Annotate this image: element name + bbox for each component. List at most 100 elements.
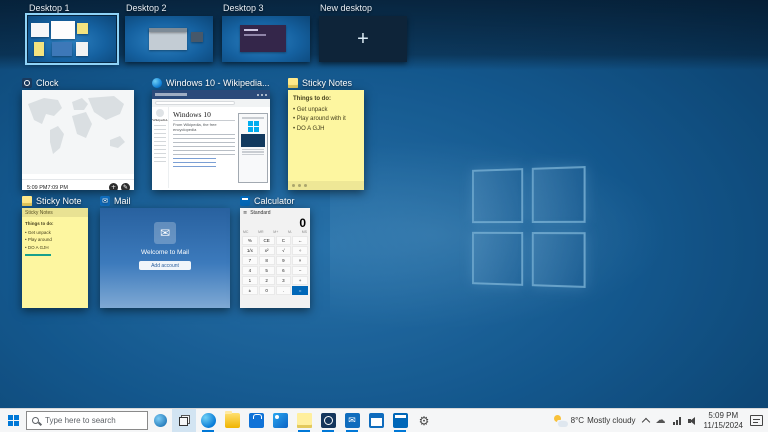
volume-icon[interactable]	[688, 416, 697, 425]
window-title-row: Mail	[100, 194, 230, 208]
window-card-sticky-note-small[interactable]: Sticky Note Sticky Notes Things to do: •…	[22, 194, 88, 308]
calculator-key: 3	[276, 276, 292, 285]
mini-window	[76, 42, 88, 56]
taskbar-button-store[interactable]	[244, 409, 268, 432]
onedrive-icon[interactable]: ☁	[656, 416, 666, 426]
store-icon	[249, 413, 264, 428]
edit-clock-icon: ✎	[121, 183, 130, 190]
calculator-display: 0	[240, 216, 310, 230]
window-title: Sticky Note	[36, 196, 82, 206]
calculator-key: +	[292, 276, 308, 285]
taskbar-app-icons	[196, 409, 436, 432]
mail-add-account-button: Add account	[139, 261, 191, 270]
taskbar-clock[interactable]: 5:09 PM 11/15/2024	[704, 411, 743, 430]
calculator-key: .	[276, 286, 292, 295]
desktop-3[interactable]: Desktop 3	[222, 3, 310, 62]
desktop-1-thumbnail[interactable]	[28, 16, 116, 62]
network-icon[interactable]	[673, 417, 681, 425]
weather-widget[interactable]: 8°C Mostly cloudy	[554, 415, 636, 427]
search-input[interactable]	[43, 415, 135, 426]
mini-window	[34, 42, 44, 56]
calculator-key: 4	[242, 266, 258, 275]
calculator-key: ←	[292, 236, 308, 245]
taskbar-button-calculator[interactable]	[388, 409, 412, 432]
mail-welcome-text: Welcome to Mail	[141, 249, 189, 256]
note-content: Things to do: • Get unpack• Play around•…	[22, 217, 88, 261]
note-title: Things to do:	[293, 95, 359, 105]
edge-app-icon	[152, 78, 162, 88]
window-card-clock[interactable]: Clock 5:09 PM7:09 PM + ✎	[22, 76, 134, 190]
desktop-2[interactable]: Desktop 2	[125, 3, 213, 62]
article-link-lines	[173, 158, 216, 168]
task-view-button[interactable]	[172, 409, 196, 432]
mail-app-icon	[100, 196, 110, 206]
sticky-note-toolbar	[288, 181, 364, 190]
window-card-browser[interactable]: Windows 10 - Wikipedia... WikipediA Wind…	[152, 76, 270, 190]
taskbar-button-sticky-notes[interactable]	[292, 409, 316, 432]
weather-icon	[554, 415, 568, 427]
calculator-thumbnail[interactable]: Standard 0 MCMRM+M-MS %CEC←1/xx²√÷789×45…	[240, 208, 310, 308]
edge-icon	[201, 413, 216, 428]
window-card-mail[interactable]: Mail Welcome to Mail Add account	[100, 194, 230, 308]
sticky-note-thumbnail[interactable]: Sticky Notes Things to do: • Get unpack•…	[22, 208, 88, 308]
screenshot-image	[241, 134, 265, 147]
taskbar-search[interactable]	[26, 411, 148, 430]
taskbar-button-calendar[interactable]	[364, 409, 388, 432]
taskbar-button-photos[interactable]	[268, 409, 292, 432]
browser-thumbnail[interactable]: WikipediA Windows 10 From Wikipedia, the…	[152, 90, 270, 190]
calculator-key: 6	[276, 266, 292, 275]
new-desktop[interactable]: New desktop	[319, 3, 407, 62]
window-title-row: Windows 10 - Wikipedia...	[152, 76, 270, 90]
window-title-row: Calculator	[240, 194, 310, 208]
tray-time: 5:09 PM	[704, 411, 743, 421]
calculator-header: Standard	[240, 208, 310, 216]
new-desktop-label: New desktop	[320, 3, 407, 13]
desktop-2-thumbnail[interactable]	[125, 16, 213, 62]
browser-address-bar	[152, 99, 270, 107]
taskbar-button-mail[interactable]	[340, 409, 364, 432]
desktop-3-thumbnail[interactable]	[222, 16, 310, 62]
window-controls	[257, 94, 267, 96]
calendar-icon	[369, 413, 384, 428]
mini-window	[52, 42, 72, 56]
mini-window	[31, 23, 49, 37]
calculator-key: 0	[259, 286, 275, 295]
desktop-1-label: Desktop 1	[29, 3, 116, 13]
calculator-key: x²	[259, 246, 275, 255]
calculator-icon	[393, 413, 408, 428]
calculator-key: 1	[242, 276, 258, 285]
sticky-notes-thumbnail[interactable]: Things to do: • Get unpack• Play around …	[288, 90, 364, 190]
mini-window	[191, 32, 203, 42]
calculator-key: =	[292, 286, 308, 295]
window-card-calculator[interactable]: Calculator Standard 0 MCMRM+M-MS %CEC←1/…	[240, 194, 310, 308]
mini-window	[51, 21, 75, 39]
hidden-icons-chevron[interactable]	[641, 417, 649, 425]
calculator-key: 8	[259, 256, 275, 265]
memory-key: MC	[243, 230, 248, 234]
start-button[interactable]	[0, 409, 26, 432]
note-items: • Get unpack• Play around• DO A GJH	[25, 229, 85, 252]
desktop-1[interactable]: Desktop 1	[28, 3, 116, 62]
clock-thumbnail[interactable]: 5:09 PM7:09 PM + ✎	[22, 90, 134, 190]
window-card-sticky-notes[interactable]: Sticky Notes Things to do: • Get unpack•…	[288, 76, 364, 190]
wikipedia-globe-logo	[156, 109, 164, 117]
taskbar-button-edge[interactable]	[196, 409, 220, 432]
calculator-key: −	[292, 266, 308, 275]
photos-icon	[273, 413, 288, 428]
cortana-icon	[154, 414, 167, 427]
note-title: Things to do:	[25, 220, 85, 228]
search-icon	[32, 417, 39, 424]
action-center-icon[interactable]	[750, 415, 763, 426]
taskbar-button-clock[interactable]	[316, 409, 340, 432]
cortana-button[interactable]	[148, 409, 172, 432]
weather-temp: 8°C	[571, 416, 584, 425]
calculator-key: ×	[292, 256, 308, 265]
clock-time: 7:09 PM	[47, 185, 67, 191]
taskbar-button-settings[interactable]	[412, 409, 436, 432]
mini-window	[149, 28, 187, 32]
taskbar-button-file-explorer[interactable]	[220, 409, 244, 432]
mail-thumbnail[interactable]: Welcome to Mail Add account	[100, 208, 230, 308]
settings-icon	[417, 413, 432, 428]
world-clock-times: 5:09 PM7:09 PM	[27, 185, 68, 191]
new-desktop-button[interactable]	[319, 16, 407, 62]
